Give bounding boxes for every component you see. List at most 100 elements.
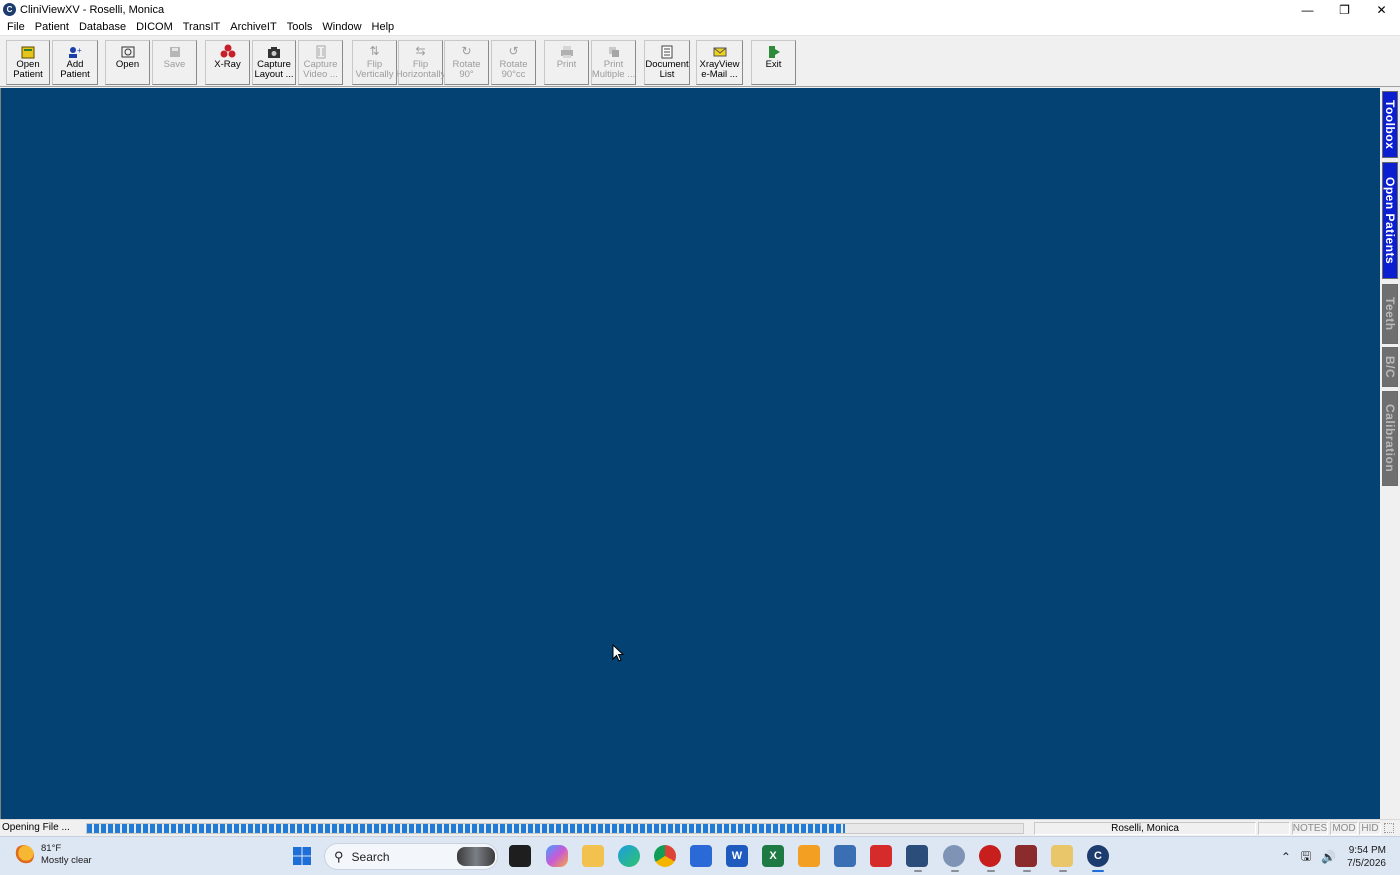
search-highlight-image <box>457 847 495 866</box>
capture-layout-button[interactable]: Capture Layout ... <box>252 40 296 85</box>
side-tab-strip: Toolbox Open Patients Teeth B/C Calibrat… <box>1380 88 1400 819</box>
app-red-icon[interactable] <box>870 845 892 867</box>
app-feather-icon[interactable] <box>1015 845 1037 867</box>
running-indicator <box>987 870 995 872</box>
status-hid: HID <box>1359 822 1381 835</box>
close-button[interactable]: ✕ <box>1363 0 1400 19</box>
print-icon <box>559 44 575 59</box>
menu-help[interactable]: Help <box>367 21 400 33</box>
tab-teeth[interactable]: Teeth <box>1382 284 1398 344</box>
progress-fill <box>87 824 846 833</box>
search-icon: ⚲ <box>334 848 344 864</box>
menu-database[interactable]: Database <box>74 21 131 33</box>
clock[interactable]: 9:54 PM 7/5/2026 <box>1347 844 1386 870</box>
task-view-icon[interactable] <box>509 845 531 867</box>
tab-open-patients[interactable]: Open Patients <box>1382 162 1398 279</box>
flip-vertically-button[interactable]: ⇅ Flip Vertically <box>352 40 397 85</box>
flip-horizontally-button[interactable]: ⇆ Flip Horizontally <box>396 40 445 85</box>
save-icon <box>167 44 183 59</box>
status-patient-name: Roselli, Monica <box>1034 822 1256 835</box>
chat-icon[interactable] <box>943 845 965 867</box>
mouse-pointer-icon <box>612 644 624 662</box>
running-indicator <box>1059 870 1067 872</box>
video-icon <box>313 44 329 59</box>
start-button[interactable] <box>291 845 313 867</box>
tab-calibration[interactable]: Calibration <box>1382 391 1398 486</box>
rotate-90cc-button[interactable]: ↺ Rotate 90°cc <box>491 40 536 85</box>
active-indicator <box>1092 870 1104 872</box>
menu-file[interactable]: File <box>2 21 30 33</box>
taskbar-search[interactable]: ⚲ Search <box>324 843 498 870</box>
document-list-icon <box>659 44 675 59</box>
menu-patient[interactable]: Patient <box>30 21 74 33</box>
running-indicator <box>1023 870 1031 872</box>
close-icon: ✕ <box>1376 2 1387 17</box>
xray-button[interactable]: X-Ray <box>205 40 250 85</box>
capture-video-button[interactable]: Capture Video ... <box>298 40 343 85</box>
status-panel-empty <box>1258 822 1290 835</box>
menu-bar: File Patient Database DICOM TransIT Arch… <box>0 19 1400 36</box>
weather-moon-icon <box>14 845 34 865</box>
menu-tools[interactable]: Tools <box>282 21 318 33</box>
copilot-icon[interactable] <box>546 845 568 867</box>
rotate-ccw-icon: ↺ <box>508 44 519 58</box>
clock-time: 9:54 PM <box>1348 845 1386 856</box>
print-button[interactable]: Print <box>544 40 589 85</box>
excel-icon[interactable]: X <box>762 845 784 867</box>
flip-horizontal-icon: ⇆ <box>415 44 426 58</box>
svg-text:+: + <box>77 46 82 55</box>
exit-icon <box>766 44 782 59</box>
word-icon[interactable]: W <box>726 845 748 867</box>
exit-button[interactable]: Exit <box>751 40 796 85</box>
image-workspace[interactable] <box>0 88 1380 819</box>
edge-browser-icon[interactable] <box>618 845 640 867</box>
camera-icon <box>266 44 282 59</box>
rotate-cw-icon: ↻ <box>461 44 472 58</box>
cliniview-taskbar-icon[interactable]: C <box>1087 845 1109 867</box>
weather-temp: 81°F <box>41 843 62 854</box>
app-orange-icon[interactable] <box>798 845 820 867</box>
xrayview-email-button[interactable]: XrayView e-Mail ... <box>696 40 743 85</box>
add-patient-icon: + <box>67 44 83 59</box>
network-icon[interactable]: 🖫 <box>1301 847 1311 868</box>
chevron-up-icon[interactable]: ⌃ <box>1281 850 1291 864</box>
remote-desktop-icon[interactable] <box>906 845 928 867</box>
status-mod: MOD <box>1330 822 1358 835</box>
flip-vertical-icon: ⇅ <box>369 44 380 58</box>
open-patient-button[interactable]: Open Patient <box>6 40 50 85</box>
windows-logo-icon <box>293 847 311 865</box>
title-bar[interactable]: C CliniViewXV - Roselli, Monica — ❐ ✕ <box>0 0 1400 19</box>
restore-icon: ❐ <box>1339 2 1350 17</box>
status-message: Opening File ... <box>2 822 70 833</box>
menu-window[interactable]: Window <box>317 21 366 33</box>
rotate-90-button[interactable]: ↻ Rotate 90° <box>444 40 489 85</box>
app-red-circle-icon[interactable] <box>979 845 1001 867</box>
volume-icon[interactable]: 🔊 <box>1321 850 1336 864</box>
tooth-app-icon[interactable] <box>1051 845 1073 867</box>
restore-button[interactable]: ❐ <box>1326 0 1363 19</box>
save-button[interactable]: Save <box>152 40 197 85</box>
file-explorer-icon[interactable] <box>582 845 604 867</box>
menu-archiveit[interactable]: ArchiveIT <box>225 21 281 33</box>
menu-transit[interactable]: TransIT <box>178 21 226 33</box>
taskbar: 81°F Mostly clear ⚲ Search W X C ⌃ 🖫 🔊 9… <box>0 836 1400 875</box>
resize-grip-icon[interactable] <box>1384 823 1394 833</box>
store-icon[interactable] <box>690 845 712 867</box>
minimize-button[interactable]: — <box>1289 0 1326 19</box>
running-indicator <box>951 870 959 872</box>
chrome-browser-icon[interactable] <box>654 845 676 867</box>
weather-widget[interactable]: 81°F Mostly clear <box>14 843 92 867</box>
window-controls: — ❐ ✕ <box>1289 0 1400 19</box>
print-multiple-button[interactable]: Print Multiple ... <box>591 40 636 85</box>
tab-bc[interactable]: B/C <box>1382 347 1398 387</box>
document-list-button[interactable]: Document List <box>644 40 690 85</box>
menu-dicom[interactable]: DICOM <box>131 21 178 33</box>
open-patient-icon <box>20 44 36 59</box>
calculator-icon[interactable] <box>834 845 856 867</box>
add-patient-button[interactable]: + Add Patient <box>52 40 98 85</box>
tab-toolbox[interactable]: Toolbox <box>1382 91 1398 158</box>
open-button[interactable]: Open <box>105 40 150 85</box>
app-logo-icon[interactable]: C <box>3 3 16 16</box>
email-icon <box>712 44 728 59</box>
xray-icon <box>220 44 236 59</box>
